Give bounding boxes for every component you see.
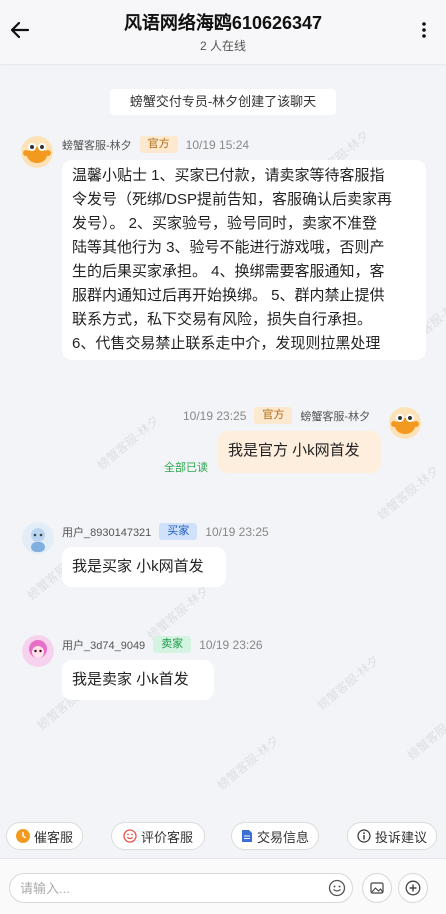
- rate-service-button[interactable]: 评价客服: [111, 822, 205, 850]
- plus-circle-icon: [405, 880, 421, 896]
- info-icon: [357, 829, 371, 843]
- official-badge: 官方: [254, 407, 293, 424]
- sender-name: 用户_3d74_9049: [62, 639, 146, 652]
- message-bubble[interactable]: 我是卖家 小k首发: [62, 660, 214, 700]
- message-time: 10/19 23:25: [183, 408, 247, 423]
- message-line: 陆等其他行为 3、验号不能进行游戏哦，否则产: [72, 239, 385, 256]
- quick-action-label: 投诉建议: [374, 829, 427, 845]
- buyer-badge: 买家: [159, 523, 198, 540]
- image-icon: [370, 882, 384, 894]
- official-badge: 官方: [139, 136, 178, 153]
- trade-info-button[interactable]: 交易信息: [231, 822, 319, 850]
- message-line: 联系方式，私下交易有风险，损失自行承担。: [72, 311, 373, 328]
- complaint-button[interactable]: 投诉建议: [347, 822, 437, 850]
- message-meta: 螃蟹客服-林夕 官方 10/19 15:24: [62, 136, 249, 153]
- message-time: 10/19 15:24: [185, 137, 250, 152]
- sender-name: 用户_8930147321: [62, 526, 152, 539]
- quick-action-label: 交易信息: [256, 829, 309, 845]
- user-avatar-icon: [22, 635, 54, 667]
- more-vertical-icon[interactable]: [416, 18, 432, 42]
- message-bubble[interactable]: 我是买家 小k网首发: [62, 547, 226, 587]
- message-line: 令发号（死绑/DSP提前告知，客服确认后卖家再: [72, 191, 393, 208]
- seller-badge: 卖家: [153, 636, 192, 653]
- avatar-seller[interactable]: [22, 635, 54, 667]
- message-input-box[interactable]: [9, 873, 353, 903]
- online-count: 2 人在线: [199, 39, 246, 53]
- message-line: 服群内通知过后再开始换绑。 5、群内禁止提供: [72, 287, 385, 304]
- avatar-buyer[interactable]: [22, 522, 54, 554]
- add-button[interactable]: [398, 873, 428, 903]
- message-line: 生的后果买家承担。 4、换绑需要客服通知，客: [72, 263, 385, 280]
- sender-name: 螃蟹客服-林夕: [62, 139, 132, 152]
- bottom-bar: 催客服 评价客服 交易信息 投诉建议: [0, 818, 446, 914]
- watermark: 螃蟹客服-林夕: [314, 653, 382, 713]
- crab-avatar-icon: [21, 136, 53, 168]
- quick-action-label: 催客服: [33, 829, 73, 845]
- emoji-icon[interactable]: [328, 879, 346, 897]
- watermark: 螃蟹客服-林夕: [214, 733, 282, 793]
- input-row: [0, 858, 446, 914]
- quick-action-label: 评价客服: [140, 829, 193, 845]
- smile-icon: [123, 829, 137, 843]
- document-icon: [241, 830, 252, 842]
- message-meta: 用户_8930147321 买家 10/19 23:25: [62, 523, 269, 540]
- urge-service-button[interactable]: 催客服: [6, 822, 83, 850]
- sender-name: 螃蟹客服-林夕: [300, 410, 371, 423]
- avatar-crab[interactable]: [389, 407, 421, 439]
- message-meta: 10/19 23:25 官方 螃蟹客服-林夕: [183, 407, 370, 424]
- message-line: 6、代售交易禁止联系走中介，发现则拉黑处理: [72, 335, 381, 352]
- message-meta: 用户_3d74_9049 卖家 10/19 23:26: [62, 636, 263, 653]
- watermark: 螃蟹客服-林夕: [94, 413, 162, 473]
- watermark: 螃蟹客服-林夕: [404, 703, 446, 763]
- message-bubble[interactable]: 温馨小贴士 1、买家已付款，请卖家等待客服指 令发号（死绑/DSP提前告知，客服…: [62, 160, 426, 360]
- message-line: 发号）。 2、买家验号，验号同时，卖家不准登: [72, 215, 378, 232]
- message-line: 温馨小贴士 1、买家已付款，请卖家等待客服指: [72, 167, 385, 184]
- watermark: 螃蟹客服-林夕: [374, 463, 442, 523]
- chat-area[interactable]: 螃蟹客服-林夕 螃蟹客服-林夕 螃蟹客服-林夕 螃蟹客服-林夕 螃蟹客服-林夕 …: [0, 64, 446, 818]
- message-time: 10/19 23:26: [199, 637, 263, 652]
- watermark: 螃蟹客服-林夕: [144, 583, 212, 643]
- chat-header: 风语网络海鸥610626347 2 人在线: [0, 0, 446, 64]
- clock-icon: [15, 829, 30, 843]
- image-button[interactable]: [362, 873, 392, 903]
- chat-title: 风语网络海鸥610626347: [123, 13, 323, 33]
- message-input[interactable]: [20, 874, 320, 902]
- message-bubble-self[interactable]: 我是官方 小k网首发: [218, 431, 381, 473]
- system-note: 螃蟹交付专员-林夕创建了该聊天: [110, 89, 336, 115]
- message-time: 10/19 23:25: [205, 524, 269, 539]
- crab-avatar-icon: [389, 407, 421, 439]
- read-status: 全部已读: [164, 462, 208, 474]
- avatar-crab[interactable]: [21, 136, 53, 168]
- user-avatar-icon: [22, 522, 54, 554]
